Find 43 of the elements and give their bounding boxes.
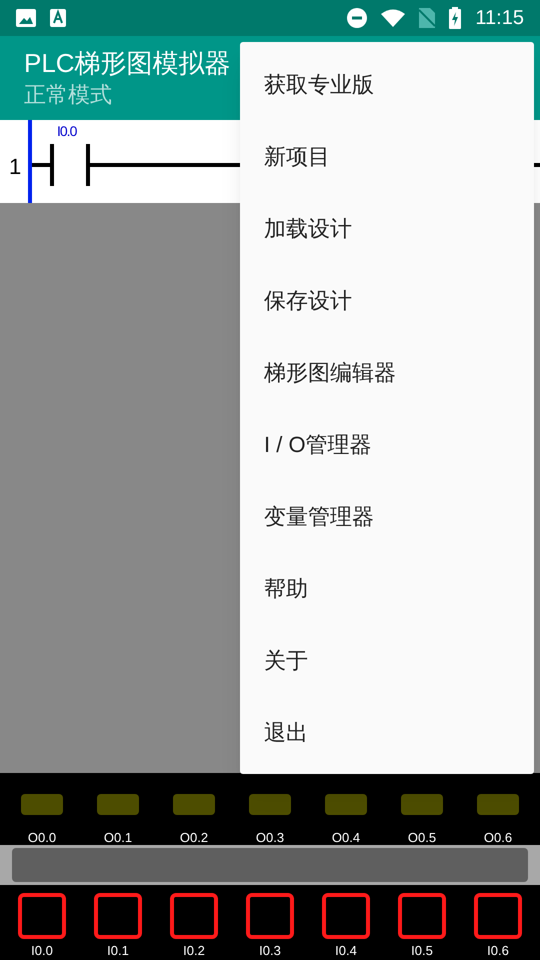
rung-number: 1: [9, 153, 22, 181]
app-title: PLC梯形图模拟器: [24, 47, 231, 80]
input-switch[interactable]: [170, 893, 218, 939]
contact-label: I0.0: [57, 122, 76, 141]
output-label: O0.4: [332, 829, 360, 847]
input-switch[interactable]: [322, 893, 370, 939]
output-label: O0.1: [104, 829, 132, 847]
status-time: 11:15: [475, 6, 524, 31]
input-label: I0.3: [259, 942, 281, 960]
output-label: O0.0: [28, 829, 56, 847]
output-label: O0.5: [408, 829, 436, 847]
image-icon: [16, 9, 36, 27]
input-label: I0.0: [31, 942, 53, 960]
wifi-icon: [381, 9, 406, 27]
menu-item[interactable]: 关于: [240, 624, 534, 696]
input-switch[interactable]: [474, 893, 522, 939]
input-switch[interactable]: [246, 893, 294, 939]
do-not-disturb-icon: [347, 8, 368, 28]
menu-item[interactable]: I / O管理器: [240, 408, 534, 480]
menu-item[interactable]: 退出: [240, 696, 534, 768]
no-sim-icon: [419, 8, 436, 28]
input-switch[interactable]: [398, 893, 446, 939]
menu-item[interactable]: 变量管理器: [240, 480, 534, 552]
scroll-track[interactable]: [12, 848, 528, 882]
input-label: I0.5: [411, 942, 433, 960]
input-label: I0.6: [487, 942, 509, 960]
output-label: O0.3: [256, 829, 284, 847]
menu-item[interactable]: 获取专业版: [240, 48, 534, 120]
input-label: I0.1: [107, 942, 129, 960]
input-switch[interactable]: [18, 893, 66, 939]
battery-charging-icon: [449, 7, 462, 29]
menu-item[interactable]: 保存设计: [240, 264, 534, 336]
output-label: O0.2: [180, 829, 208, 847]
input-switch[interactable]: [94, 893, 142, 939]
menu-item[interactable]: 帮助: [240, 552, 534, 624]
input-label: I0.2: [183, 942, 205, 960]
input-label: I0.4: [335, 942, 357, 960]
menu-item[interactable]: 新项目: [240, 120, 534, 192]
app-subtitle: 正常模式: [24, 81, 112, 109]
menu-item[interactable]: 加载设计: [240, 192, 534, 264]
font-icon: [50, 9, 66, 27]
menu-item[interactable]: 梯形图编辑器: [240, 336, 534, 408]
output-label: O0.6: [484, 829, 512, 847]
